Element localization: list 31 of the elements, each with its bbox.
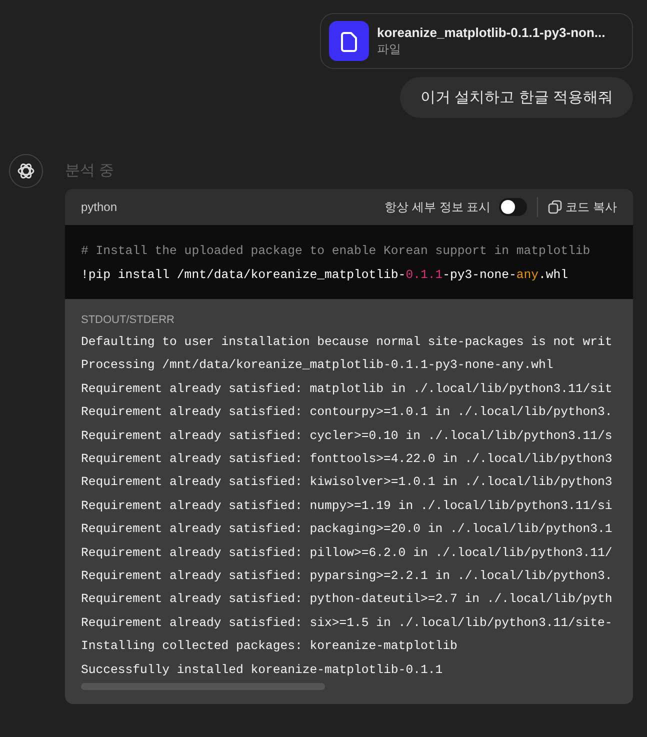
output-line: Installing collected packages: koreanize-matplotlib xyxy=(81,638,458,656)
output-line: Processing /mnt/data/koreanize_matplotlib-0.1.1-py3-none-any.whl xyxy=(81,357,554,374)
output-line: Requirement already satisfied: pyparsing>=2.2.1 in ./.local/lib/python3. xyxy=(81,568,612,586)
copy-icon xyxy=(548,200,562,214)
copy-code-button[interactable]: 코드 복사 xyxy=(548,198,617,216)
output-line: Requirement already satisfied: fonttools>=4.22.0 in ./.local/lib/python3 xyxy=(81,451,612,468)
output-label: STDOUT/STDERR xyxy=(81,314,174,326)
details-toggle[interactable] xyxy=(498,198,527,216)
output-line: Requirement already satisfied: matplotlib in ./.local/lib/python3.11/sit xyxy=(81,380,612,398)
code-line: !pip install /mnt/data/koreanize_matplotlib-0.1.1-py3-none-any.whl xyxy=(81,267,570,284)
language-label: python xyxy=(81,200,118,214)
horizontal-scrollbar[interactable] xyxy=(81,683,325,690)
output-line: Requirement already satisfied: cycler>=0.10 in ./.local/lib/python3.11/s xyxy=(81,428,612,445)
analysis-status: 분석 중 xyxy=(65,161,114,180)
user-message-bubble: 이거 설치하고 한글 적용해줘 xyxy=(400,77,633,118)
output-line: Defaulting to user installation because normal site-packages is not writ xyxy=(81,334,612,351)
assistant-avatar-icon xyxy=(9,154,43,188)
output-line: Requirement already satisfied: python-dateutil>=2.7 in ./.local/lib/pyth xyxy=(81,591,612,608)
output-line: Requirement already satisfied: packaging>=20.0 in ./.local/lib/python3.1 xyxy=(81,521,612,538)
toggle-label: 항상 세부 정보 표시 xyxy=(384,198,491,216)
output-line: Requirement already satisfied: kiwisolver>=1.0.1 in ./.local/lib/python3 xyxy=(81,474,612,492)
file-type-label: 파일 xyxy=(377,40,402,58)
file-name: koreanize_matplotlib-0.1.1-py3-non... xyxy=(377,24,606,40)
output-line: Requirement already satisfied: six>=1.5 in ./.local/lib/python3.11/site- xyxy=(81,614,612,632)
output-line: Successfully installed koreanize-matplotlib-0.1.1 xyxy=(81,662,443,679)
file-attachment-card[interactable]: koreanize_matplotlib-0.1.1-py3-non... 파일 xyxy=(320,13,633,69)
output-line: Requirement already satisfied: pillow>=6.2.0 in ./.local/lib/python3.11/ xyxy=(81,544,612,562)
file-icon xyxy=(329,21,369,61)
code-line: # Install the uploaded package to enable Korean support in matplotlib xyxy=(81,243,592,260)
output-line: Requirement already satisfied: numpy>=1.19 in ./.local/lib/python3.11/si xyxy=(81,498,612,515)
output-line: Requirement already satisfied: contourpy>=1.0.1 in ./.local/lib/python3. xyxy=(81,404,612,422)
